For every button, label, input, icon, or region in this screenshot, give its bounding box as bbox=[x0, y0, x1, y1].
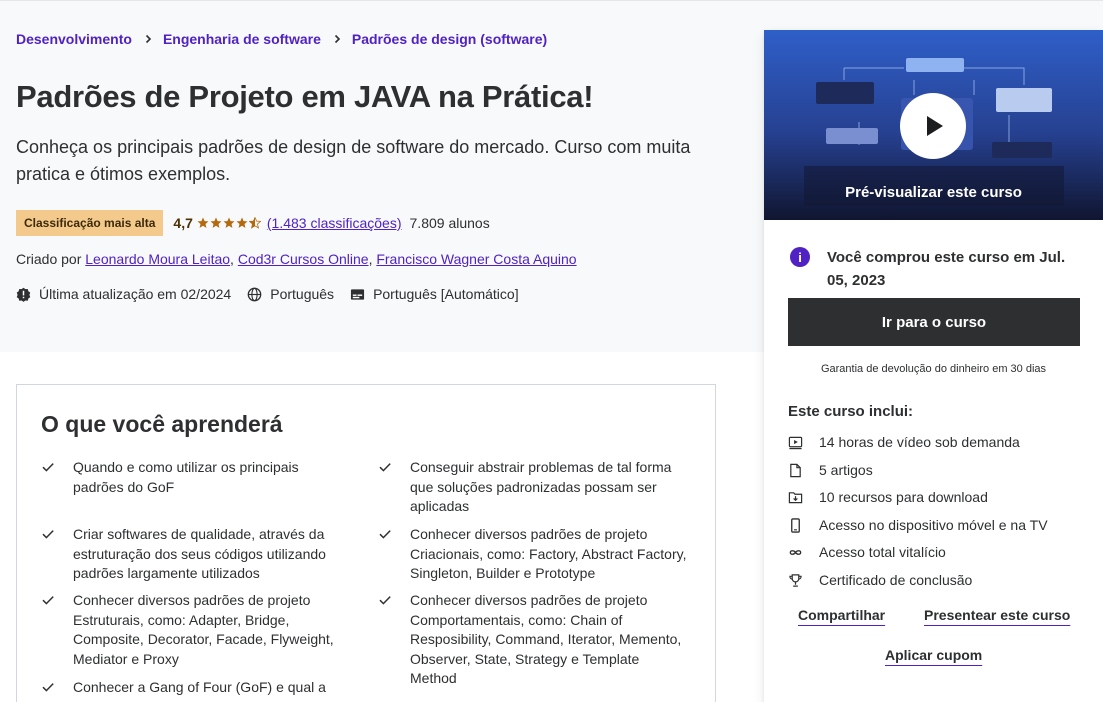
learn-item-text: Conhecer diversos padrões de projeto Cri… bbox=[410, 526, 687, 582]
course-meta: Última atualização em 02/2024 Português … bbox=[16, 286, 535, 302]
include-item: 10 recursos para download bbox=[788, 489, 988, 505]
bestseller-badge: Classificação mais alta bbox=[16, 210, 164, 236]
student-count: 7.809 alunos bbox=[409, 215, 490, 231]
go-to-course-button[interactable]: Ir para o curso bbox=[788, 298, 1080, 346]
check-icon bbox=[378, 460, 394, 517]
rating-count-link[interactable]: (1.483 classificações) bbox=[267, 215, 402, 231]
check-icon bbox=[378, 593, 394, 689]
last-update-text: Última atualização em 02/2024 bbox=[39, 286, 232, 302]
globe-icon bbox=[247, 287, 262, 301]
purchase-notice-text: Você comprou este curso em Jul. 05, 2023 bbox=[827, 249, 1066, 289]
captions: Português [Automático] bbox=[350, 286, 519, 302]
learn-item: Criar softwares de qualidade, através da… bbox=[41, 525, 341, 584]
check-icon bbox=[41, 460, 57, 497]
learn-item: Conhecer diversos padrões de projeto Com… bbox=[378, 591, 688, 689]
what-you-will-learn: O que você aprenderá Quando e como utili… bbox=[16, 384, 716, 702]
breadcrumb-item-engenharia[interactable]: Engenharia de software bbox=[163, 31, 321, 47]
preview-label: Pré-visualizar este curso bbox=[845, 184, 1022, 201]
star-icon bbox=[197, 217, 209, 228]
rating-value: 4,7 bbox=[173, 215, 193, 231]
learn-item-text: Conhecer diversos padrões de projeto Com… bbox=[410, 592, 682, 687]
gift-course-button[interactable]: Presentear este curso bbox=[924, 607, 1070, 623]
download-icon bbox=[788, 491, 803, 503]
star-half-icon bbox=[248, 217, 261, 229]
last-update: Última atualização em 02/2024 bbox=[16, 286, 231, 302]
include-item-label: Acesso no dispositivo móvel e na TV bbox=[819, 517, 1048, 533]
language-text: Português bbox=[270, 286, 335, 302]
captions-text: Português [Automático] bbox=[373, 286, 519, 302]
include-item-label: 14 horas de vídeo sob demanda bbox=[819, 434, 1020, 450]
captions-icon bbox=[351, 288, 365, 300]
learn-item: Conhecer a Gang of Four (GoF) e qual a s… bbox=[41, 678, 341, 702]
learn-item-text: Conseguir abstrair problemas de tal form… bbox=[410, 459, 672, 515]
includes-title: Este curso inclui: bbox=[788, 403, 914, 420]
include-item-label: Certificado de conclusão bbox=[819, 572, 973, 588]
money-back-guarantee: Garantia de devolução do dinheiro em 30 … bbox=[820, 363, 1047, 375]
star-rating bbox=[197, 217, 261, 229]
check-icon bbox=[378, 527, 394, 584]
play-button[interactable] bbox=[900, 93, 966, 159]
apply-coupon-button[interactable]: Aplicar cupom bbox=[885, 647, 982, 663]
info-icon: i bbox=[790, 247, 810, 267]
breadcrumb-item-padroes[interactable]: Padrões de design (software) bbox=[352, 31, 547, 47]
breadcrumb: Desenvolvimento Engenharia de software P… bbox=[16, 31, 547, 47]
rating-row: Classificação mais alta 4,7 (1.483 class… bbox=[16, 210, 490, 236]
include-item: Acesso total vitalício bbox=[788, 544, 946, 560]
include-item-label: Acesso total vitalício bbox=[819, 544, 946, 560]
star-icon bbox=[223, 217, 235, 228]
include-item: Acesso no dispositivo móvel e na TV bbox=[788, 517, 1048, 533]
check-icon bbox=[41, 593, 57, 669]
learn-item-text: Criar softwares de qualidade, através da… bbox=[73, 526, 326, 582]
include-item-label: 5 artigos bbox=[819, 462, 873, 478]
language: Português bbox=[247, 286, 334, 302]
chevron-right-icon bbox=[144, 34, 153, 44]
include-item-label: 10 recursos para download bbox=[819, 489, 988, 505]
learn-item-text: Quando e como utilizar os principais pad… bbox=[73, 459, 299, 495]
course-subtitle: Conheça os principais padrões de design … bbox=[16, 137, 691, 184]
course-title: Padrões de Projeto em JAVA na Prática! bbox=[16, 79, 594, 114]
created-by: Criado por Leonardo Moura Leitao, Cod3r … bbox=[16, 251, 577, 267]
instructor-link[interactable]: Leonardo Moura Leitao bbox=[85, 251, 230, 267]
learn-item-text: Conhecer a Gang of Four (GoF) e qual a s… bbox=[73, 679, 326, 702]
purchase-sidebar: Pré-visualizar este curso i Você comprou… bbox=[764, 30, 1103, 702]
learn-item: Quando e como utilizar os principais pad… bbox=[41, 458, 341, 497]
learn-item: Conseguir abstrair problemas de tal form… bbox=[378, 458, 688, 517]
star-icon bbox=[236, 217, 248, 228]
star-icon bbox=[210, 217, 222, 228]
video-icon bbox=[788, 436, 803, 449]
play-icon bbox=[927, 116, 943, 136]
mobile-icon bbox=[791, 517, 800, 533]
created-by-label: Criado por bbox=[16, 251, 82, 267]
learn-title: O que você aprenderá bbox=[41, 411, 283, 437]
include-item: 5 artigos bbox=[788, 462, 873, 478]
check-icon bbox=[41, 680, 57, 702]
breadcrumb-item-desenvolvimento[interactable]: Desenvolvimento bbox=[16, 31, 132, 47]
instructor-link[interactable]: Cod3r Cursos Online bbox=[238, 251, 369, 267]
course-preview[interactable]: Pré-visualizar este curso bbox=[764, 30, 1103, 220]
infinity-icon bbox=[789, 549, 802, 555]
chevron-right-icon bbox=[333, 34, 342, 44]
learn-item: Conhecer diversos padrões de projeto Cri… bbox=[378, 525, 688, 584]
alert-badge-icon bbox=[16, 287, 31, 302]
purchase-notice: i Você comprou este curso em Jul. 05, 20… bbox=[790, 246, 1087, 292]
share-button[interactable]: Compartilhar bbox=[798, 607, 885, 623]
include-item: Certificado de conclusão bbox=[788, 572, 972, 588]
instructor-link[interactable]: Francisco Wagner Costa Aquino bbox=[376, 251, 576, 267]
check-icon bbox=[41, 527, 57, 584]
trophy-icon bbox=[789, 573, 802, 587]
learn-item: Conhecer diversos padrões de projeto Est… bbox=[41, 591, 341, 669]
learn-item-text: Conhecer diversos padrões de projeto Est… bbox=[73, 592, 334, 667]
include-item: 14 horas de vídeo sob demanda bbox=[788, 434, 1020, 450]
file-icon bbox=[790, 463, 801, 477]
